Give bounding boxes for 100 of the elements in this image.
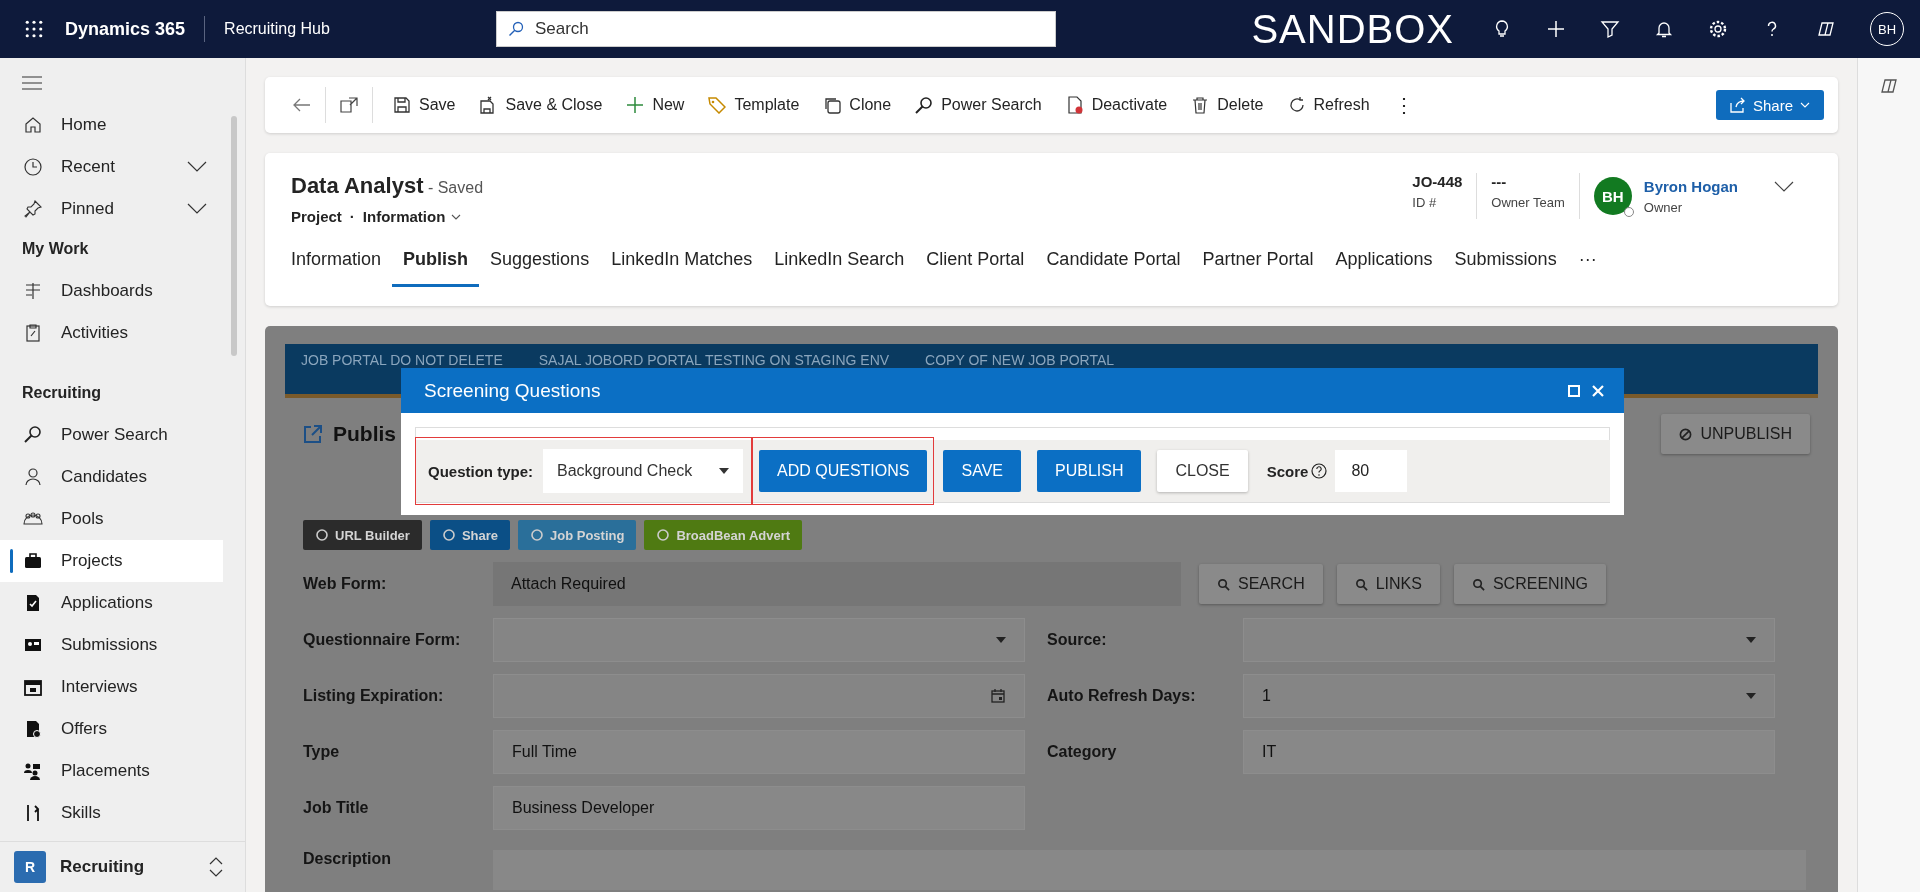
nav-item[interactable]: Dashboards — [0, 270, 223, 312]
action-button[interactable]: SEARCH — [1199, 564, 1323, 604]
dialog-button[interactable]: CLOSE — [1157, 450, 1248, 492]
form-tab[interactable]: Suggestions — [479, 241, 601, 287]
nav-item[interactable]: Interviews — [0, 666, 223, 708]
date-field[interactable] — [493, 674, 1025, 718]
dropdown-field[interactable]: 1 — [1243, 674, 1775, 718]
dialog-button[interactable]: ADD QUESTIONS — [759, 450, 928, 492]
plus-icon[interactable] — [1546, 19, 1566, 39]
share-channel-button[interactable]: URL Builder — [303, 520, 422, 550]
cal-icon — [23, 677, 43, 697]
clip-icon — [23, 323, 43, 343]
dropdown-arrow-icon — [719, 468, 729, 474]
chevron-down-icon[interactable] — [187, 203, 207, 215]
command-button[interactable]: Clone — [811, 85, 904, 125]
owner-name-link[interactable]: Byron Hogan — [1643, 177, 1738, 195]
nav-item[interactable]: Pinned — [0, 188, 223, 230]
text-field[interactable]: Business Developer — [493, 786, 1025, 830]
app-launcher-icon[interactable] — [25, 20, 43, 38]
nav-item[interactable]: Skills — [0, 792, 223, 834]
unpublish-button[interactable]: UNPUBLISH — [1661, 414, 1810, 454]
form-tab[interactable]: Applications — [1324, 241, 1444, 287]
score-field[interactable]: 80 — [1335, 450, 1408, 492]
dropdown-field[interactable] — [493, 618, 1025, 662]
nav-item[interactable]: Pools — [0, 498, 223, 540]
chevron-down-icon[interactable] — [1774, 181, 1794, 193]
command-button[interactable]: Power Search — [903, 85, 1054, 125]
area-switcher[interactable]: R Recruiting — [0, 841, 245, 892]
settings-icon[interactable] — [1708, 19, 1728, 39]
dropdown-arrow-icon — [1746, 637, 1756, 643]
form-tab[interactable]: LinkedIn Matches — [600, 241, 764, 287]
nav-item[interactable]: Placements — [0, 750, 223, 792]
text-field[interactable]: Full Time — [493, 730, 1025, 774]
form-selector[interactable]: Information — [362, 208, 462, 225]
text-field[interactable]: Attach Required — [493, 562, 1181, 606]
channel-icon — [530, 528, 545, 542]
clone-icon — [823, 96, 842, 114]
app-area-name[interactable]: Recruiting Hub — [224, 20, 330, 38]
command-button[interactable]: Deactivate — [1053, 85, 1180, 125]
command-button[interactable]: Refresh — [1275, 85, 1382, 125]
command-button[interactable]: Save & Close — [467, 85, 615, 125]
command-button[interactable]: Template — [696, 85, 812, 125]
nav-item[interactable]: Recent — [0, 146, 223, 188]
person-icon — [23, 467, 43, 487]
search-icon — [507, 21, 524, 37]
form-tab[interactable]: Submissions — [1443, 241, 1568, 287]
action-button[interactable]: LINKS — [1336, 564, 1440, 604]
form-tab[interactable]: LinkedIn Search — [763, 241, 916, 287]
popout-icon[interactable] — [340, 97, 358, 113]
nav-item[interactable]: Offers — [0, 708, 223, 750]
save-status: - Saved — [427, 179, 484, 196]
question-type-dropdown[interactable]: Background Check — [543, 449, 743, 493]
menu-icon[interactable] — [22, 76, 42, 90]
text-field[interactable]: IT — [1243, 730, 1775, 774]
close-icon[interactable] — [1592, 384, 1604, 397]
more-tabs-button[interactable]: ··· — [1567, 241, 1608, 287]
form-tab[interactable]: Candidate Portal — [1035, 241, 1192, 287]
separator-dot: · — [349, 208, 355, 225]
command-button[interactable]: New — [614, 85, 697, 125]
nav-item[interactable]: Candidates — [0, 456, 223, 498]
command-button[interactable]: Save — [381, 85, 468, 125]
area-badge: R — [14, 851, 46, 883]
field-label: Source: — [1047, 631, 1108, 649]
calendar-icon — [990, 688, 1006, 704]
search-icon — [915, 96, 934, 114]
form-tab[interactable]: Partner Portal — [1191, 241, 1325, 287]
back-arrow-icon[interactable] — [293, 98, 311, 112]
nav-item[interactable]: Power Search — [0, 414, 223, 456]
help-icon[interactable] — [1311, 463, 1328, 479]
more-commands-button[interactable]: ⋮ — [1381, 85, 1426, 125]
copilot-icon[interactable] — [1816, 19, 1836, 39]
nav-item[interactable]: Projects — [0, 540, 223, 582]
maximize-icon[interactable] — [1568, 384, 1580, 397]
nav-item[interactable]: Activities — [0, 312, 223, 354]
command-button[interactable]: Delete — [1179, 85, 1276, 125]
tag-icon — [708, 96, 727, 114]
bell-icon[interactable] — [1654, 19, 1674, 39]
share-button[interactable]: Share — [1715, 90, 1824, 120]
dropdown-field[interactable] — [1243, 618, 1775, 662]
nav-item[interactable]: Submissions — [0, 624, 223, 666]
filter-icon[interactable] — [1600, 19, 1620, 39]
share-channel-button[interactable]: Share — [429, 520, 511, 550]
form-tab[interactable]: Client Portal — [915, 241, 1036, 287]
save-icon — [393, 96, 411, 114]
dialog-button[interactable]: SAVE — [943, 450, 1021, 492]
action-button[interactable]: SCREENING — [1453, 564, 1607, 604]
dialog-title: Screening Questions — [424, 379, 602, 402]
share-channel-button[interactable]: Job Posting — [518, 520, 637, 550]
form-tab[interactable]: Information — [291, 241, 393, 287]
dialog-button[interactable]: PUBLISH — [1037, 450, 1142, 492]
channel-icon — [315, 528, 329, 542]
form-tab[interactable]: Publish — [392, 241, 480, 287]
action-icon — [1354, 577, 1368, 591]
external-link-icon — [303, 424, 323, 444]
nav-item[interactable]: Applications — [0, 582, 223, 624]
nav-item[interactable]: Home — [0, 104, 223, 146]
search-field[interactable]: Search — [495, 11, 1056, 47]
copilot-icon[interactable] — [1879, 76, 1899, 96]
app-name[interactable]: Dynamics 365 — [65, 18, 186, 40]
chevron-down-icon[interactable] — [187, 161, 207, 173]
